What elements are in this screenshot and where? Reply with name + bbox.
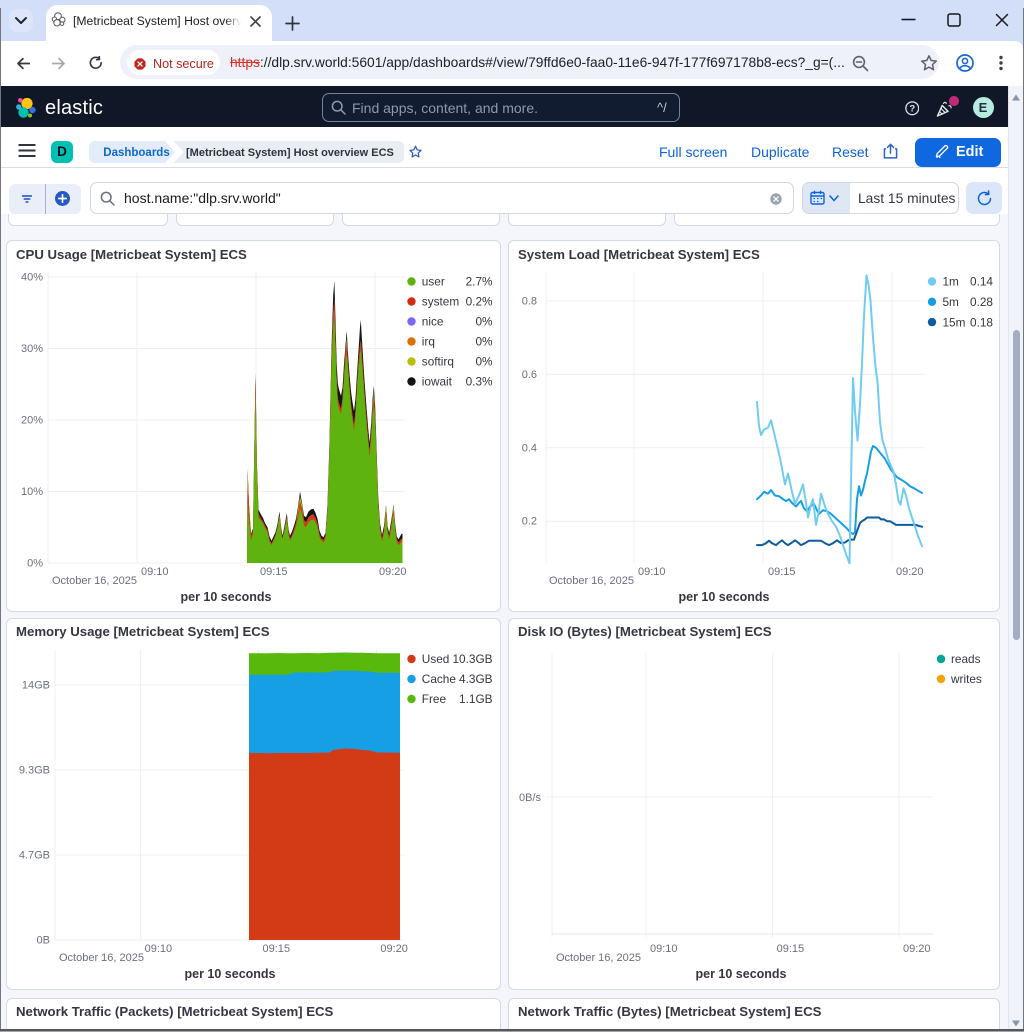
- svg-text:per 10 seconds: per 10 seconds: [184, 967, 275, 981]
- svg-text:0.3%: 0.3%: [466, 375, 493, 389]
- svg-text:09:20: 09:20: [380, 943, 408, 955]
- svg-text:09:15: 09:15: [777, 943, 805, 955]
- svg-text:14GB: 14GB: [22, 680, 50, 692]
- svg-text:reads: reads: [951, 652, 981, 666]
- svg-text:1.1GB: 1.1GB: [459, 692, 493, 706]
- svg-text:Used: Used: [422, 652, 450, 666]
- svg-text:09:15: 09:15: [768, 566, 796, 578]
- svg-text:40%: 40%: [21, 272, 43, 284]
- svg-text:1m: 1m: [943, 275, 960, 289]
- svg-text:09:10: 09:10: [638, 566, 666, 578]
- svg-text:2.7%: 2.7%: [466, 275, 493, 289]
- svg-text:nice: nice: [422, 315, 444, 329]
- svg-text:0.28: 0.28: [970, 295, 993, 309]
- svg-text:October 16, 2025: October 16, 2025: [59, 952, 144, 964]
- svg-text:0.4: 0.4: [522, 442, 537, 454]
- svg-text:0.18: 0.18: [970, 315, 993, 329]
- svg-text:0%: 0%: [475, 335, 493, 349]
- svg-text:0.14: 0.14: [970, 275, 993, 289]
- svg-text:20%: 20%: [21, 415, 43, 427]
- svg-text:system: system: [422, 295, 460, 309]
- svg-text:4.7GB: 4.7GB: [19, 850, 50, 862]
- svg-text:0%: 0%: [475, 315, 493, 329]
- svg-text:?: ?: [909, 104, 915, 115]
- svg-text:0B/s: 0B/s: [519, 792, 542, 804]
- svg-text:0.2: 0.2: [522, 516, 537, 528]
- svg-text:October 16, 2025: October 16, 2025: [52, 575, 137, 587]
- svg-text:10%: 10%: [21, 486, 43, 498]
- svg-text:per 10 seconds: per 10 seconds: [180, 590, 271, 604]
- svg-text:0.8: 0.8: [522, 296, 537, 308]
- svg-text:[Metricbeat System] Host overv: [Metricbeat System] Host overview ECS: [186, 147, 394, 159]
- svg-text:writes: writes: [950, 672, 982, 686]
- svg-text:per 10 seconds: per 10 seconds: [678, 590, 769, 604]
- svg-text:09:15: 09:15: [260, 566, 288, 578]
- svg-text:iowait: iowait: [422, 375, 453, 389]
- svg-text:softirq: softirq: [422, 355, 454, 369]
- svg-text:5m: 5m: [943, 295, 960, 309]
- svg-text:10.3GB: 10.3GB: [452, 652, 492, 666]
- svg-text:4.3GB: 4.3GB: [459, 672, 493, 686]
- svg-text:user: user: [422, 275, 445, 289]
- svg-text:9.3GB: 9.3GB: [19, 765, 50, 777]
- svg-text:0B: 0B: [37, 935, 50, 947]
- svg-text:0.2%: 0.2%: [466, 295, 493, 309]
- svg-text:15m: 15m: [943, 315, 966, 329]
- svg-text:October 16, 2025: October 16, 2025: [556, 952, 641, 964]
- svg-text:09:20: 09:20: [903, 943, 931, 955]
- svg-text:per 10 seconds: per 10 seconds: [695, 967, 786, 981]
- svg-text:0.6: 0.6: [522, 369, 537, 381]
- svg-text:Free: Free: [422, 692, 447, 706]
- svg-text:30%: 30%: [21, 343, 43, 355]
- svg-text:Dashboards: Dashboards: [103, 147, 169, 159]
- svg-text:09:10: 09:10: [141, 566, 169, 578]
- svg-text:0%: 0%: [27, 558, 43, 570]
- svg-text:09:10: 09:10: [145, 943, 173, 955]
- svg-text:09:10: 09:10: [650, 943, 678, 955]
- svg-text:irq: irq: [422, 335, 435, 349]
- svg-text:09:15: 09:15: [263, 943, 291, 955]
- svg-text:0%: 0%: [475, 355, 493, 369]
- svg-text:09:20: 09:20: [379, 566, 407, 578]
- svg-text:Cache: Cache: [422, 672, 457, 686]
- svg-text:October 16, 2025: October 16, 2025: [549, 575, 634, 587]
- svg-text:09:20: 09:20: [896, 566, 924, 578]
